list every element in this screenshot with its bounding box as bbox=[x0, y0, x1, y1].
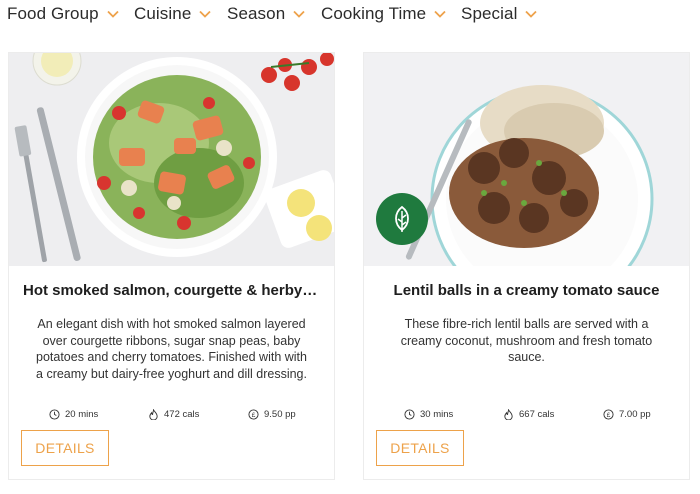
filter-label: Food Group bbox=[7, 4, 99, 23]
filter-label: Cuisine bbox=[134, 4, 192, 23]
filter-label: Cooking Time bbox=[321, 4, 427, 23]
recipe-meta: 20 mins 472 cals £ 9.50 pp bbox=[9, 409, 334, 425]
cook-time-value: 30 mins bbox=[420, 409, 454, 420]
calories: 472 cals bbox=[148, 409, 199, 420]
filter-label: Season bbox=[227, 4, 286, 23]
chevron-down-icon bbox=[434, 10, 446, 18]
recipe-description: These fibre-rich lentil balls are served… bbox=[400, 317, 653, 364]
pound-icon: £ bbox=[603, 409, 614, 420]
filter-season[interactable]: Season bbox=[227, 4, 305, 24]
filter-bar: Food Group Cuisine Season Cooking Time S… bbox=[0, 0, 700, 30]
chevron-down-icon bbox=[525, 10, 538, 18]
cook-time: 30 mins bbox=[404, 409, 453, 420]
flame-icon bbox=[504, 409, 513, 420]
calories-value: 472 cals bbox=[164, 409, 200, 420]
recipe-meta: 30 mins 667 cals £ 7.00 pp bbox=[364, 409, 689, 425]
leaf-icon bbox=[395, 205, 409, 232]
recipe-card: Hot smoked salmon, courgette & herby yo.… bbox=[8, 52, 335, 480]
cook-time: 20 mins bbox=[49, 409, 98, 420]
chevron-down-icon bbox=[293, 10, 305, 18]
flame-icon bbox=[149, 409, 158, 420]
filter-cuisine[interactable]: Cuisine bbox=[134, 4, 212, 24]
filter-label: Special bbox=[461, 4, 518, 23]
recipe-title[interactable]: Lentil balls in a creamy tomato sauce bbox=[364, 282, 689, 299]
details-button[interactable]: DETAILS bbox=[376, 430, 464, 466]
recipe-image-salmon[interactable] bbox=[9, 53, 334, 266]
cook-time-value: 20 mins bbox=[65, 409, 99, 420]
pound-icon: £ bbox=[248, 409, 259, 420]
chevron-down-icon bbox=[107, 10, 119, 18]
price: £ 9.50 pp bbox=[248, 409, 296, 420]
svg-text:£: £ bbox=[252, 412, 256, 419]
clock-icon bbox=[49, 409, 60, 420]
svg-text:£: £ bbox=[607, 412, 611, 419]
details-button[interactable]: DETAILS bbox=[21, 430, 109, 466]
calories: 667 cals bbox=[503, 409, 554, 420]
price-value: 7.00 pp bbox=[619, 409, 651, 420]
filter-special[interactable]: Special bbox=[461, 4, 538, 24]
recipe-description: An elegant dish with hot smoked salmon l… bbox=[36, 317, 307, 381]
chevron-down-icon bbox=[199, 10, 212, 18]
filter-food-group[interactable]: Food Group bbox=[7, 4, 119, 24]
clock-icon bbox=[404, 409, 415, 420]
price: £ 7.00 pp bbox=[603, 409, 651, 420]
calories-value: 667 cals bbox=[519, 409, 555, 420]
price-value: 9.50 pp bbox=[264, 409, 296, 420]
recipe-card: Lentil balls in a creamy tomato sauce Th… bbox=[363, 52, 690, 480]
recipe-title[interactable]: Hot smoked salmon, courgette & herby yo.… bbox=[9, 282, 334, 299]
vegan-badge bbox=[376, 193, 428, 245]
filter-cooking-time[interactable]: Cooking Time bbox=[321, 4, 446, 24]
